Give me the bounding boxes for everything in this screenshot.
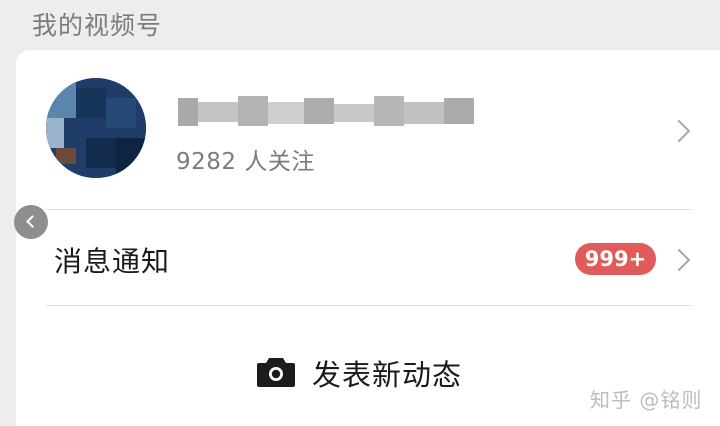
follower-count: 9282 人关注 bbox=[176, 149, 315, 175]
chevron-left-icon bbox=[26, 215, 39, 228]
back-handle[interactable] bbox=[14, 205, 48, 239]
chevron-right-icon bbox=[667, 119, 691, 143]
notifications-label: 消息通知 bbox=[54, 245, 171, 278]
post-new-moment-label: 发表新动态 bbox=[312, 358, 463, 392]
notification-count-badge: 999+ bbox=[575, 243, 656, 275]
section-title: 我的视频号 bbox=[32, 11, 163, 40]
avatar[interactable] bbox=[46, 78, 146, 178]
watermark: 知乎 @铭则 bbox=[590, 388, 703, 412]
profile-name-redacted bbox=[178, 96, 474, 128]
notifications-row[interactable]: 消息通知 999+ bbox=[16, 210, 720, 305]
channel-card: 9282 人关注 消息通知 999+ 发表新动态 bbox=[16, 50, 720, 426]
camera-icon bbox=[257, 358, 295, 387]
chevron-right-icon bbox=[667, 248, 691, 272]
profile-row[interactable]: 9282 人关注 bbox=[16, 50, 720, 210]
